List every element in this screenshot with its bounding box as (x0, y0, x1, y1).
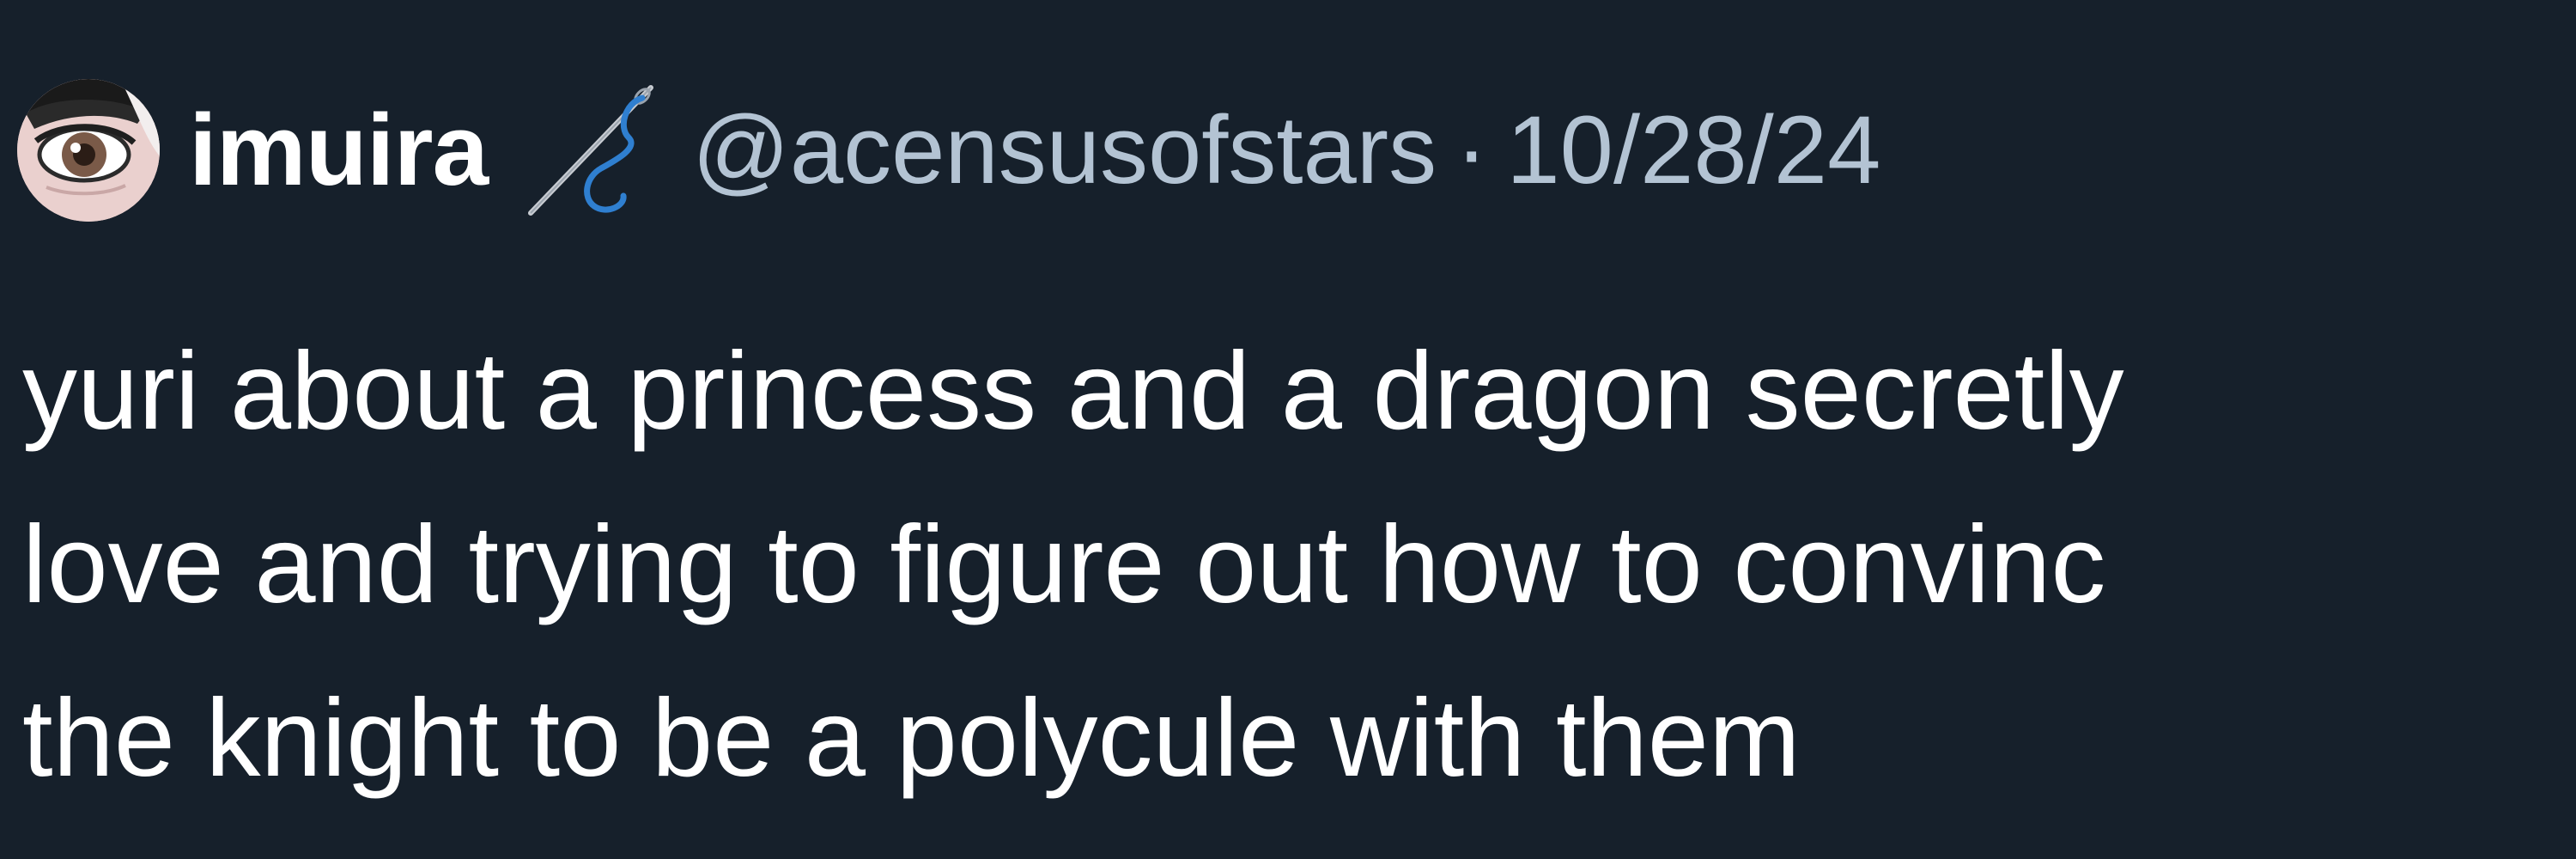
tweet-header: imuira @acensusofstars · 10/28/24 (17, 77, 1880, 223)
tweet-text: yuri about a princess and a dragon secre… (22, 305, 2576, 825)
tweet-text-line: love and trying to figure out how to con… (22, 503, 2106, 626)
tweet: imuira @acensusofstars · 10/28/24 yuri a… (0, 0, 2576, 859)
tweet-timestamp[interactable]: 10/28/24 (1506, 101, 1880, 198)
tweet-text-line: yuri about a princess and a dragon secre… (22, 330, 2124, 453)
author-handle[interactable]: @acensusofstars (692, 101, 1437, 198)
display-name[interactable]: imuira (189, 100, 489, 201)
tweet-text-line: the knight to be a polycule with them (22, 677, 1801, 800)
separator-dot: · (1455, 95, 1488, 204)
needle-and-thread-icon (522, 77, 668, 223)
avatar[interactable] (17, 78, 160, 222)
avatar-image (17, 78, 160, 222)
